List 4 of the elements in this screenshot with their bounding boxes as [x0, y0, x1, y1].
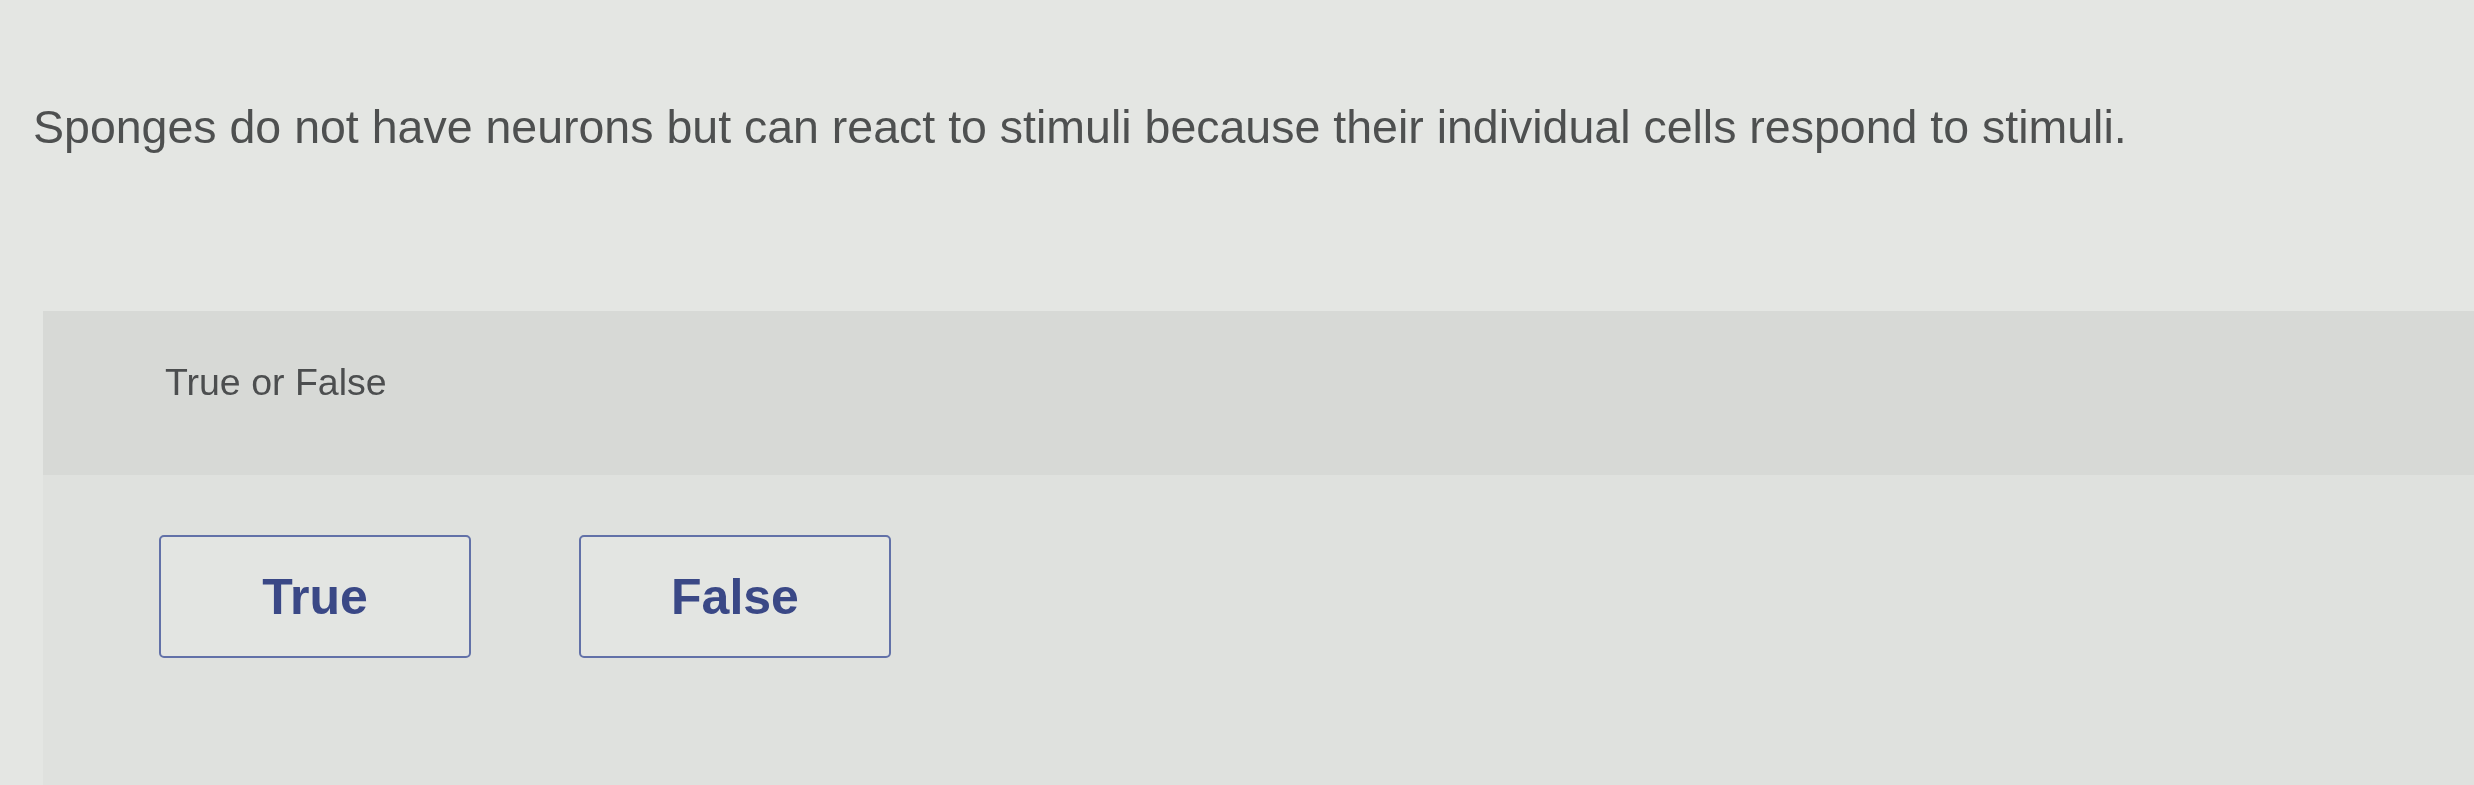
answer-option-button[interactable]: False	[579, 535, 891, 658]
answer-option-button[interactable]: True	[159, 535, 471, 658]
prompt-label: True or False	[165, 360, 387, 404]
question-text: Sponges do not have neurons but can react to stimuli because their individual cells respond to stimuli.	[33, 100, 2127, 154]
